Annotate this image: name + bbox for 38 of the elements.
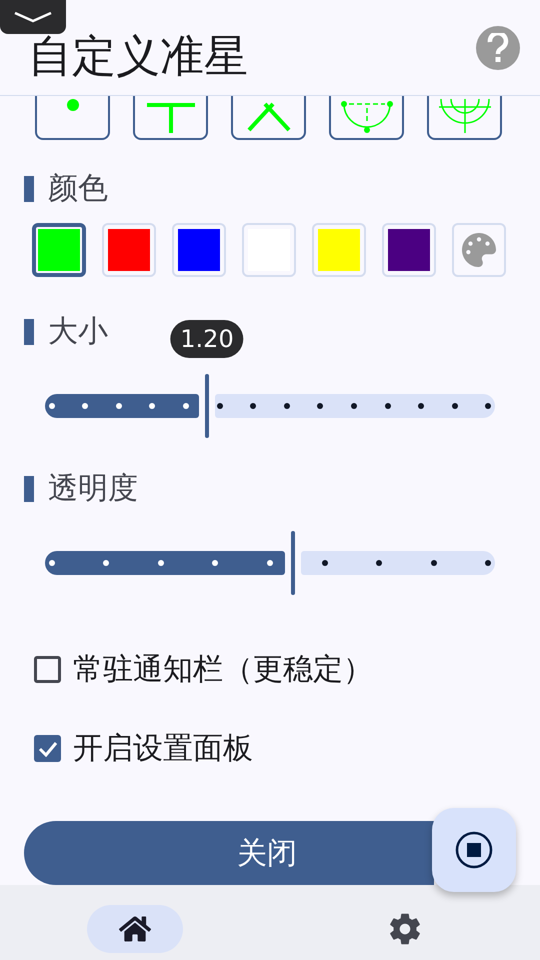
scope-crosshair-icon [340, 100, 392, 134]
section-heading: 颜色 [48, 170, 108, 208]
home-tab[interactable] [87, 905, 183, 953]
slider-thumb[interactable] [290, 531, 294, 595]
slider[interactable] [45, 374, 495, 438]
crosshair-option[interactable] [133, 96, 208, 140]
crosshair-option[interactable] [427, 96, 502, 140]
section-heading: 透明度 [48, 470, 138, 508]
color-swatch[interactable] [32, 223, 86, 277]
page-title: 自定义准星 [28, 35, 248, 79]
palette-button[interactable] [452, 223, 506, 277]
help-icon[interactable] [476, 26, 520, 70]
dot-crosshair-icon [66, 99, 78, 111]
collapse-button[interactable] [0, 0, 66, 34]
checkbox-label[interactable]: 常驻通知栏（更稳定） [73, 649, 373, 690]
chevron-down-icon [13, 10, 53, 24]
crosshair-option[interactable] [35, 96, 110, 140]
crosshair-option[interactable] [231, 96, 306, 140]
stop-button[interactable] [432, 808, 516, 892]
stop-icon [455, 831, 493, 869]
slider[interactable] [45, 531, 495, 595]
section-heading: 大小 [48, 313, 108, 351]
checkbox[interactable] [34, 656, 61, 683]
close-button[interactable]: 关闭 [24, 821, 434, 885]
crosshair-option[interactable] [329, 96, 404, 140]
section-marker [24, 476, 34, 502]
section-marker [24, 318, 34, 344]
settings-icon [388, 912, 422, 946]
checkbox-label[interactable]: 开启设置面板 [73, 728, 253, 769]
scope-crosshair-icon [438, 99, 490, 135]
check-icon [38, 740, 58, 756]
palette-icon [462, 233, 496, 267]
slider-thumb[interactable] [205, 374, 209, 438]
value-tooltip: 1.20 [170, 320, 244, 358]
section-marker [24, 176, 34, 202]
checkbox[interactable] [34, 735, 61, 762]
cross-crosshair-icon [146, 101, 194, 133]
x-crosshair-icon [246, 102, 290, 132]
